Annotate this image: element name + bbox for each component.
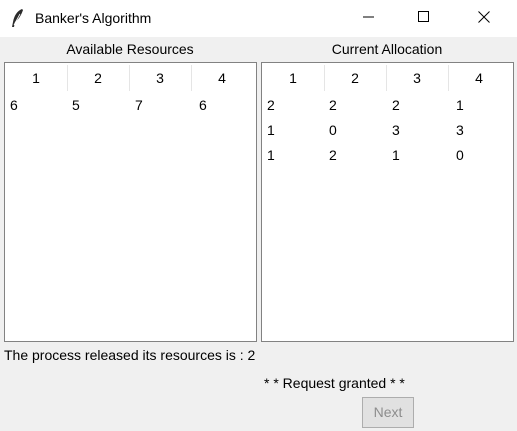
- next-button[interactable]: Next: [362, 397, 414, 428]
- window-title: Banker's Algorithm: [35, 10, 152, 26]
- table-cell: 7: [135, 97, 143, 113]
- maximize-button[interactable]: [401, 0, 447, 37]
- table-cell: 5: [72, 97, 80, 113]
- column-header[interactable]: 2: [67, 63, 129, 93]
- minimize-icon: [363, 11, 375, 27]
- current-allocation-label: Current Allocation: [331, 41, 443, 57]
- table-cell: 0: [456, 147, 464, 163]
- column-header[interactable]: 3: [386, 63, 448, 93]
- table-header: 1 2 3 4: [262, 63, 513, 93]
- column-header[interactable]: 1: [262, 63, 324, 93]
- title-bar[interactable]: Banker's Algorithm: [0, 0, 517, 37]
- column-header[interactable]: 3: [129, 63, 191, 93]
- available-resources-table[interactable]: 1 2 3 4 6 5 7 6: [4, 62, 257, 342]
- available-resources-label: Available Resources: [66, 41, 194, 57]
- table-cell: 3: [456, 122, 464, 138]
- table-cell: 2: [392, 97, 400, 113]
- table-cell: 2: [329, 97, 337, 113]
- minimize-button[interactable]: [346, 0, 392, 37]
- table-cell: 3: [392, 122, 400, 138]
- table-cell: 1: [267, 147, 275, 163]
- column-header[interactable]: 4: [448, 63, 510, 93]
- maximize-icon: [418, 10, 430, 27]
- table-cell: 2: [329, 147, 337, 163]
- column-header[interactable]: 2: [324, 63, 386, 93]
- close-icon: [478, 10, 490, 27]
- column-header[interactable]: 1: [5, 63, 67, 93]
- table-cell: 1: [392, 147, 400, 163]
- table-row[interactable]: 1 0 3 3: [262, 118, 513, 142]
- table-header: 1 2 3 4: [5, 63, 256, 93]
- column-header[interactable]: 4: [191, 63, 253, 93]
- request-granted-text: * * Request granted * *: [264, 375, 405, 391]
- table-cell: 6: [10, 97, 18, 113]
- table-cell: 6: [199, 97, 207, 113]
- table-row[interactable]: 2 2 2 1: [262, 93, 513, 117]
- table-row[interactable]: 1 2 1 0: [262, 143, 513, 167]
- table-cell: 1: [267, 122, 275, 138]
- close-button[interactable]: [461, 0, 507, 37]
- table-cell: 1: [456, 97, 464, 113]
- current-allocation-table[interactable]: 1 2 3 4 2 2 2 1 1 0 3 3 1 2 1 0: [261, 62, 514, 342]
- table-row[interactable]: 6 5 7 6: [5, 93, 256, 117]
- table-cell: 2: [267, 97, 275, 113]
- feather-icon: [9, 8, 25, 28]
- table-cell: 0: [329, 122, 337, 138]
- released-status-text: The process released its resources is : …: [4, 347, 256, 363]
